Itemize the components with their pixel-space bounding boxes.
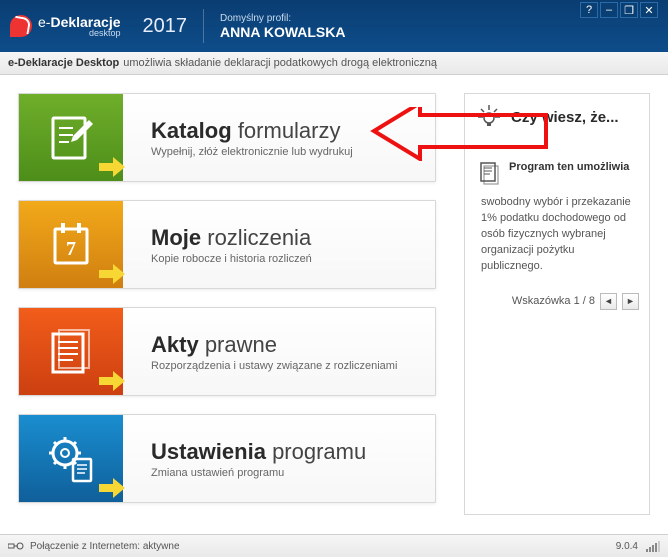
- version-label: 9.0.4: [616, 541, 638, 552]
- document-icon: [475, 159, 503, 187]
- main-menu: Katalog formularzy Wypełnij, złóż elektr…: [0, 75, 452, 534]
- title-bar: e-Deklaracje desktop 2017 Domyślny profi…: [0, 0, 668, 52]
- close-button[interactable]: ✕: [640, 2, 658, 18]
- help-button[interactable]: ?: [580, 2, 598, 18]
- minimize-button[interactable]: –: [600, 2, 618, 18]
- app-year: 2017: [143, 15, 188, 38]
- settings-doc-icon: [19, 415, 123, 502]
- profile-label: Domyślny profil:: [220, 13, 345, 24]
- card-sub: Kopie robocze i historia rozliczeń: [151, 253, 312, 265]
- logo-icon: [10, 15, 32, 37]
- documents-icon: [19, 308, 123, 395]
- connection-status: Połączenie z Internetem: aktywne: [30, 541, 180, 552]
- card-sub: Rozporządzenia i ustawy związane z rozli…: [151, 360, 397, 372]
- tips-panel: Czy wiesz, że... Program ten umożliwia s…: [464, 93, 650, 515]
- plug-icon: [8, 540, 24, 552]
- svg-text:7: 7: [66, 238, 76, 260]
- status-bar: Połączenie z Internetem: aktywne 9.0.4: [0, 534, 668, 557]
- tip-heading: Program ten umożliwia: [509, 159, 629, 181]
- maximize-button[interactable]: ❐: [620, 2, 638, 18]
- app-logo: e-Deklaracje desktop: [10, 15, 121, 38]
- card-sub: Zmiana ustawień programu: [151, 467, 366, 479]
- card-ustawienia-programu[interactable]: Ustawienia programu Zmiana ustawień prog…: [18, 414, 436, 503]
- card-sub: Wypełnij, złóż elektronicznie lub wydruk…: [151, 146, 353, 158]
- tip-next-button[interactable]: ►: [622, 293, 639, 310]
- tip-text: swobodny wybór i przekazanie 1% podatku …: [475, 195, 639, 275]
- form-edit-icon: [19, 94, 123, 181]
- card-akty-prawne[interactable]: Akty prawne Rozporządzenia i ustawy zwią…: [18, 307, 436, 396]
- subheader-desc: umożliwia składanie deklaracji podatkowy…: [123, 57, 437, 69]
- card-moje-rozliczenia[interactable]: 7 Moje rozliczenia Kopie robocze i histo…: [18, 200, 436, 289]
- profile-block: Domyślny profil: ANNA KOWALSKA: [220, 13, 345, 40]
- lightbulb-icon: [475, 103, 503, 131]
- card-katalog-formularzy[interactable]: Katalog formularzy Wypełnij, złóż elektr…: [18, 93, 436, 182]
- subheader-app: e-Deklaracje Desktop: [8, 57, 119, 69]
- tips-title: Czy wiesz, że...: [511, 109, 619, 126]
- tip-prev-button[interactable]: ◄: [600, 293, 617, 310]
- calendar-icon: 7: [19, 201, 123, 288]
- tip-counter: Wskazówka 1 / 8: [512, 295, 595, 307]
- sub-header: e-Deklaracje Desktop umożliwia składanie…: [0, 52, 668, 75]
- profile-name: ANNA KOWALSKA: [220, 24, 345, 40]
- signal-icon: [646, 540, 660, 552]
